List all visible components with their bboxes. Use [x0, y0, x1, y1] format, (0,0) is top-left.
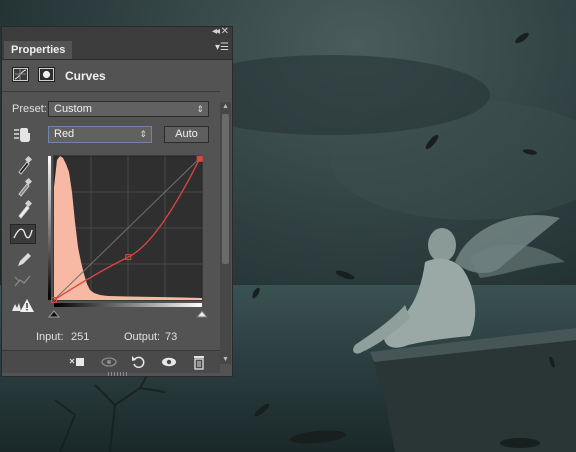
- clip-to-layer-icon[interactable]: [68, 354, 86, 370]
- close-panel-icon[interactable]: ✕: [221, 26, 229, 37]
- trash-icon[interactable]: [190, 354, 208, 370]
- channel-dropdown[interactable]: Red ⇕: [48, 126, 152, 143]
- curves-graph[interactable]: [48, 152, 210, 324]
- tab-properties[interactable]: Properties: [4, 41, 73, 59]
- white-point-slider[interactable]: [195, 310, 209, 318]
- adjustment-curves-icon[interactable]: [12, 67, 29, 82]
- panel-tab-bar: Properties ▾☰: [2, 39, 232, 60]
- header-divider: [2, 91, 220, 92]
- horizontal-gradient-bar: [54, 303, 202, 307]
- gray-eyedropper-icon[interactable]: [10, 177, 36, 197]
- panel-top-strip: ◂◂ ✕: [2, 26, 232, 39]
- properties-panel: ◂◂ ✕ Properties ▾☰ Curves Preset: Custom…: [1, 26, 233, 377]
- panel-menu-icon[interactable]: ▾☰: [215, 42, 229, 53]
- curve-point[interactable]: [196, 155, 203, 162]
- clipping-warning-icon[interactable]: [10, 295, 36, 315]
- visibility-eye-icon[interactable]: [160, 354, 178, 370]
- scroll-up-icon[interactable]: ▲: [222, 103, 229, 110]
- black-eyedropper-icon[interactable]: [10, 155, 36, 175]
- auto-button[interactable]: Auto: [164, 126, 209, 143]
- dropdown-arrows-icon: ⇕: [139, 129, 147, 139]
- adjustment-title: Curves: [65, 69, 106, 83]
- output-value[interactable]: 73: [165, 331, 177, 343]
- preset-value: Custom: [54, 103, 92, 115]
- black-point-slider[interactable]: [48, 310, 61, 318]
- panel-resize-grip[interactable]: [108, 372, 128, 376]
- pencil-draw-icon[interactable]: [10, 249, 36, 269]
- scroll-thumb[interactable]: [222, 114, 229, 264]
- layer-mask-icon[interactable]: [38, 67, 55, 82]
- preset-label: Preset:: [12, 103, 47, 115]
- dropdown-arrows-icon: ⇕: [196, 104, 204, 114]
- panel-footer: [2, 350, 220, 373]
- scroll-down-icon[interactable]: ▼: [222, 356, 229, 363]
- channel-value: Red: [54, 128, 75, 140]
- white-eyedropper-icon[interactable]: [10, 199, 36, 219]
- vertical-gradient-bar: [48, 156, 51, 300]
- reset-icon[interactable]: [130, 354, 148, 370]
- properties-header: Curves: [2, 60, 232, 90]
- view-previous-state-icon[interactable]: [100, 354, 118, 370]
- input-value[interactable]: 251: [71, 331, 89, 343]
- input-label: Input:: [36, 331, 64, 343]
- smooth-curve-icon[interactable]: [10, 271, 36, 291]
- output-label: Output:: [124, 331, 161, 343]
- preset-dropdown[interactable]: Custom ⇕: [48, 101, 209, 117]
- target-adjust-hand-icon[interactable]: [10, 124, 36, 144]
- curve-edit-icon[interactable]: [10, 224, 36, 244]
- panel-scrollbar[interactable]: ▲ ▼: [220, 102, 231, 364]
- collapse-panel-icon[interactable]: ◂◂: [212, 26, 220, 37]
